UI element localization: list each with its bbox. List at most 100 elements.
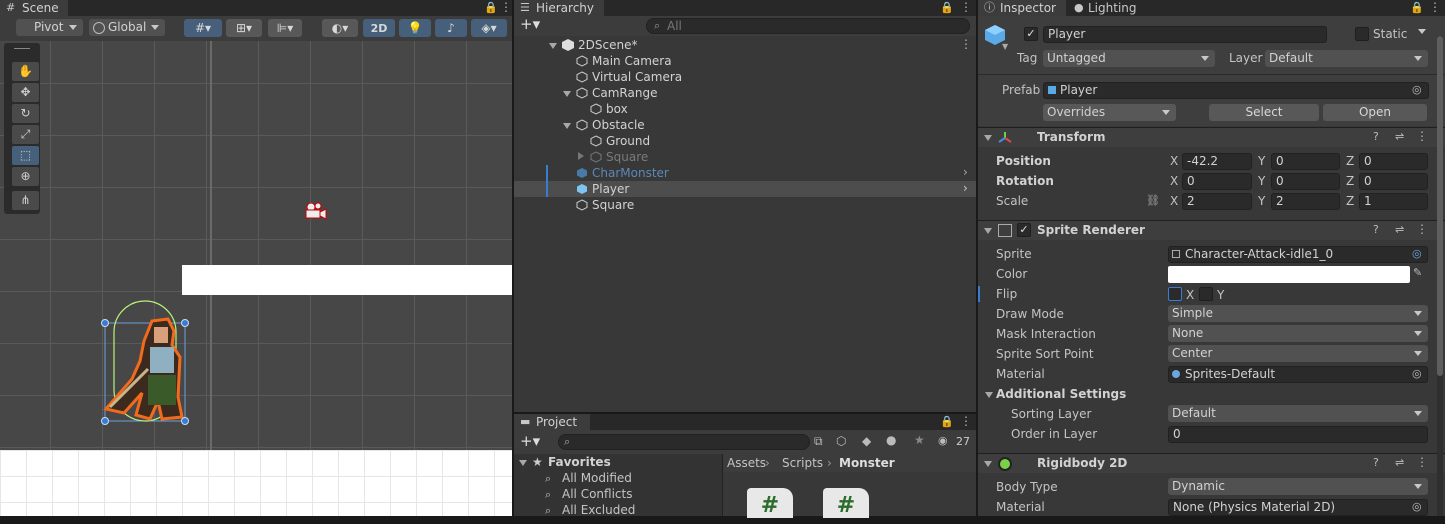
snap-increment-button[interactable]: ⊞▾ (226, 19, 262, 37)
project-search-input[interactable] (558, 434, 810, 450)
rotate-tool-button[interactable]: ↻ (12, 104, 39, 123)
position-y-input[interactable]: 0 (1271, 153, 1340, 170)
flip-x-checkbox[interactable] (1168, 287, 1182, 301)
hierarchy-item-square[interactable]: Square (514, 197, 976, 213)
lock-icon[interactable]: 🔒 (940, 415, 954, 428)
obstacle-platform[interactable] (182, 265, 512, 295)
search-by-type-icon[interactable]: ⧉ (814, 434, 823, 449)
order-in-layer-input[interactable]: 0 (1168, 426, 1428, 443)
panel-divider-h[interactable] (514, 412, 976, 414)
help-icon[interactable]: ? (1373, 130, 1379, 143)
fav-item-all-conflicts[interactable]: All Conflicts (562, 487, 632, 501)
fav-item-all-excluded[interactable]: All Excluded (562, 503, 635, 517)
body-type-dropdown[interactable]: Dynamic (1168, 478, 1428, 495)
active-checkbox[interactable]: ✓ (1024, 27, 1038, 41)
mask-interaction-dropdown[interactable]: None (1168, 325, 1428, 342)
warning-icon[interactable]: ● (886, 433, 896, 447)
filter-by-type-icon[interactable]: ⬡ (836, 434, 846, 448)
rect-handle-bottom-right[interactable] (181, 417, 189, 425)
sorting-layer-dropdown[interactable]: Default (1168, 405, 1428, 422)
preset-icon[interactable]: ⇌ (1395, 223, 1404, 236)
preset-icon[interactable]: ⇌ (1395, 456, 1404, 469)
tab-hierarchy[interactable]: ☰ Hierarchy (514, 0, 604, 16)
more-icon[interactable]: ⋮ (960, 0, 972, 14)
collapse-icon[interactable] (578, 152, 584, 160)
sprite-field[interactable]: Character-Attack-idle1_0 (1168, 246, 1428, 263)
scene-more-icon[interactable]: ⋮ (960, 37, 972, 51)
expand-icon[interactable] (563, 123, 571, 129)
expand-icon[interactable] (984, 228, 992, 234)
position-z-input[interactable]: 0 (1359, 153, 1428, 170)
inspector-scrollbar[interactable] (1437, 36, 1443, 516)
custom-tool-button[interactable]: ⋔ (12, 191, 39, 210)
hierarchy-item-square-inactive[interactable]: Square (514, 149, 976, 165)
rect-handle-top-right[interactable] (181, 319, 189, 327)
hand-tool-button[interactable]: ✋ (12, 62, 39, 81)
object-name-input[interactable]: Player (1043, 26, 1327, 43)
star-icon[interactable]: ★ (914, 433, 925, 447)
chevron-right-icon[interactable]: › (963, 165, 968, 179)
help-icon[interactable]: ? (1373, 223, 1379, 236)
object-picker-icon[interactable]: ◎ (1412, 83, 1422, 96)
rotation-z-input[interactable]: 0 (1359, 173, 1428, 190)
toggle-2d-button[interactable]: 2D (363, 19, 395, 37)
component-menu-icon[interactable]: ⋮ (1416, 222, 1428, 236)
hierarchy-item-obstacle[interactable]: Obstacle (514, 117, 976, 133)
palette-handle[interactable] (14, 48, 30, 49)
rect-tool-button[interactable]: ⬚ (12, 146, 39, 165)
visibility-icon[interactable]: ◉ (938, 434, 948, 447)
icon-dropdown-arrow[interactable]: ▼ (1002, 42, 1008, 51)
audio-toggle-button[interactable]: ♪ (435, 19, 467, 37)
fav-item-all-modified[interactable]: All Modified (562, 471, 632, 485)
scale-y-input[interactable]: 2 (1271, 193, 1340, 210)
object-picker-icon[interactable]: ◎ (1412, 247, 1422, 260)
select-button[interactable]: Select (1209, 104, 1319, 121)
layer-dropdown[interactable]: Default (1265, 50, 1428, 67)
open-button[interactable]: Open (1323, 104, 1427, 121)
eyedropper-icon[interactable]: ✎ (1413, 266, 1422, 279)
rotation-y-input[interactable]: 0 (1271, 173, 1340, 190)
scene-viewport[interactable]: ✋ ✥ ↻ ⤢ ⬚ ⊕ ⋔ (0, 41, 512, 516)
color-swatch[interactable] (1168, 266, 1410, 283)
sprite-renderer-enabled-checkbox[interactable]: ✓ (1017, 223, 1031, 237)
sprite-sort-point-dropdown[interactable]: Center (1168, 345, 1428, 362)
hierarchy-item-player[interactable]: Player › (514, 181, 976, 197)
expand-icon[interactable] (549, 43, 557, 49)
lock-icon[interactable]: 🔒 (940, 1, 954, 14)
label-icon[interactable]: ◆ (862, 434, 871, 448)
ruler-button[interactable]: ⊫▾ (268, 19, 302, 37)
breadcrumb-assets[interactable]: Assets (727, 456, 766, 470)
hierarchy-item-charmonster[interactable]: CharMonster › (514, 165, 976, 181)
hierarchy-item-ground[interactable]: Ground (514, 133, 976, 149)
lighting-toggle-button[interactable]: 💡 (399, 19, 431, 37)
player-sprite[interactable] (100, 297, 192, 427)
move-tool-button[interactable]: ✥ (12, 83, 39, 102)
additional-settings-foldout[interactable]: Additional Settings (996, 387, 1126, 401)
object-picker-icon[interactable]: ◎ (1412, 367, 1422, 380)
camera-gizmo-icon[interactable] (302, 201, 328, 224)
static-checkbox[interactable] (1355, 27, 1369, 41)
sprite-renderer-header[interactable]: ✓ Sprite Renderer ? ⇌ ⋮ (978, 220, 1445, 240)
hierarchy-scene-row[interactable]: 2DScene* ⋮ (514, 37, 976, 53)
hierarchy-search-input[interactable]: All (646, 18, 970, 34)
add-object-button[interactable]: +▾ (520, 15, 540, 33)
create-asset-button[interactable]: +▾ (520, 432, 540, 450)
expand-icon[interactable] (563, 91, 571, 97)
pivot-dropdown[interactable]: Pivot (16, 19, 83, 36)
more-icon[interactable]: ⋮ (500, 0, 512, 14)
tab-project[interactable]: ▬ Project (514, 414, 590, 430)
expand-icon[interactable] (985, 392, 993, 398)
draw-mode-button[interactable]: ◐▾ (322, 19, 358, 37)
rect-handle-bottom-left[interactable] (101, 417, 109, 425)
rect-handle-top-left[interactable] (101, 319, 109, 327)
lock-icon[interactable]: 🔒 (1410, 1, 1424, 14)
material-field[interactable]: Sprites-Default (1168, 366, 1428, 383)
scrollbar-thumb[interactable] (1437, 36, 1443, 376)
hierarchy-item-main-camera[interactable]: Main Camera (514, 53, 976, 69)
more-icon[interactable]: ⋮ (1429, 0, 1441, 14)
draw-mode-dropdown[interactable]: Simple (1168, 305, 1428, 322)
physics-material-field[interactable]: None (Physics Material 2D) (1168, 499, 1428, 516)
help-icon[interactable]: ? (1373, 456, 1379, 469)
tab-inspector[interactable]: ⓘ Inspector (978, 0, 1066, 16)
chevron-right-icon[interactable]: › (963, 181, 968, 195)
